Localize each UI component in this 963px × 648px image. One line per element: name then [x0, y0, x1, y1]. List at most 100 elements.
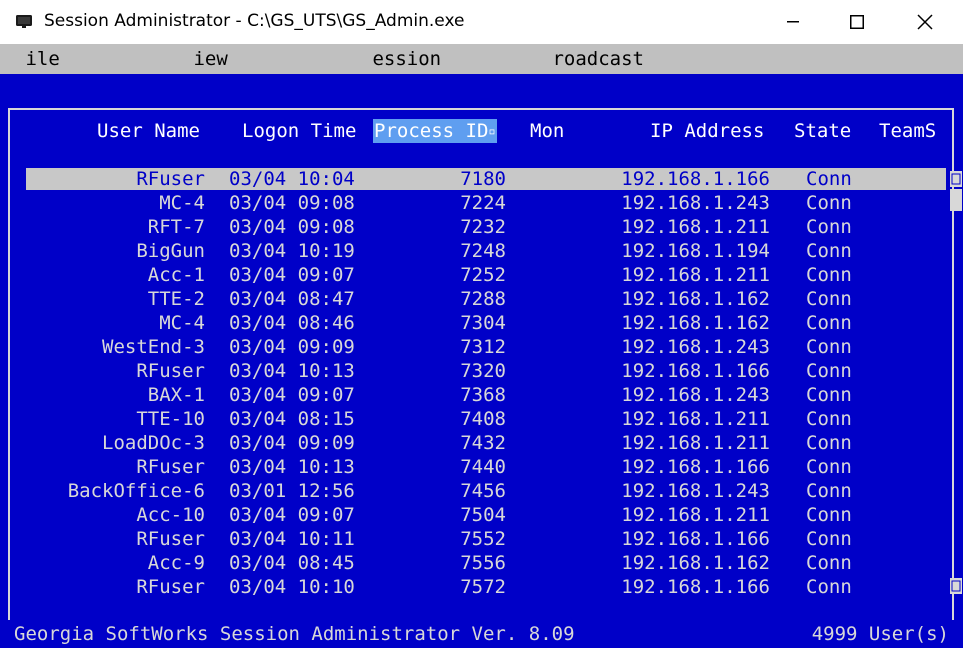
window-title: Session Administrator - C:\GS_UTS\GS_Adm…	[44, 11, 465, 31]
table-row[interactable]: RFuser 03/04 10:11 7552 192.168.1.166 Conn	[0, 527, 963, 551]
row-ip-address: 192.168.1.243	[621, 480, 770, 502]
row-logon-time: 03/04 08:47	[229, 288, 355, 310]
column-header-user-name[interactable]: User Name	[97, 119, 200, 143]
row-user-name: RFuser	[136, 168, 205, 190]
table-row[interactable]: BAX-1 03/04 09:07 7368 192.168.1.243 Conn	[0, 383, 963, 407]
row-state: Conn	[806, 288, 852, 310]
row-process-id: 7572	[460, 576, 506, 598]
minimize-button[interactable]	[759, 0, 827, 44]
row-user-name: TTE-2	[147, 288, 205, 310]
row-process-id: 7232	[460, 216, 506, 238]
row-logon-time: 03/04 10:04	[229, 168, 355, 190]
row-ip-address: 192.168.1.166	[621, 168, 770, 190]
table-row[interactable]: RFuser 03/04 10:13 7320 192.168.1.166 Conn	[0, 359, 963, 383]
row-ip-address: 192.168.1.166	[621, 360, 770, 382]
table-row[interactable]: RFT-7 03/04 09:08 7232 192.168.1.211 Conn	[0, 215, 963, 239]
row-user-name: TTE-10	[136, 408, 205, 430]
row-ip-address: 192.168.1.211	[621, 408, 770, 430]
close-button[interactable]	[891, 0, 959, 44]
row-logon-time: 03/04 09:09	[229, 432, 355, 454]
menu-broadcast[interactable]: Broadcast	[541, 44, 644, 74]
row-process-id: 7440	[460, 456, 506, 478]
row-state: Conn	[806, 528, 852, 550]
menu-bar: File View Session Broadcast	[0, 44, 963, 74]
column-header-mon[interactable]: Mon	[530, 119, 564, 143]
table-row[interactable]: TTE-2 03/04 08:47 7288 192.168.1.162 Conn	[0, 287, 963, 311]
row-logon-time: 03/04 09:07	[229, 264, 355, 286]
row-process-id: 7224	[460, 192, 506, 214]
column-header-team[interactable]: TeamS	[879, 119, 936, 143]
row-state: Conn	[806, 192, 852, 214]
row-user-name: MC-4	[159, 192, 205, 214]
title-bar: Session Administrator - C:\GS_UTS\GS_Adm…	[0, 0, 963, 44]
column-header-logon-time[interactable]: Logon Time	[242, 119, 356, 143]
table-row[interactable]: BigGun 03/04 10:19 7248 192.168.1.194 Conn	[0, 239, 963, 263]
menu-session[interactable]: Session	[361, 44, 441, 74]
row-logon-time: 03/04 09:08	[229, 192, 355, 214]
close-icon	[917, 14, 933, 30]
row-user-name: Acc-9	[147, 552, 205, 574]
row-user-name: RFuser	[136, 456, 205, 478]
menu-file[interactable]: File	[14, 44, 60, 74]
row-state: Conn	[806, 360, 852, 382]
table-row[interactable]: RFuser 03/04 10:04 7180 192.168.1.166 Conn	[0, 167, 963, 191]
row-state: Conn	[806, 456, 852, 478]
column-header-ip-address[interactable]: IP Address	[650, 119, 764, 143]
row-process-id: 7556	[460, 552, 506, 574]
console-app-icon[interactable]	[16, 14, 32, 28]
product-version-text: Georgia SoftWorks Session Administrator …	[14, 623, 575, 645]
row-logon-time: 03/04 10:13	[229, 456, 355, 478]
row-logon-time: 03/04 09:07	[229, 504, 355, 526]
row-process-id: 7432	[460, 432, 506, 454]
row-ip-address: 192.168.1.194	[621, 240, 770, 262]
row-state: Conn	[806, 384, 852, 406]
row-process-id: 7180	[460, 168, 506, 190]
row-logon-time: 03/04 09:07	[229, 384, 355, 406]
vertical-scrollbar[interactable]	[950, 167, 963, 599]
table-row[interactable]: Acc-1 03/04 09:07 7252 192.168.1.211 Conn	[0, 263, 963, 287]
column-header-state[interactable]: State	[794, 119, 851, 143]
row-user-name: RFuser	[136, 360, 205, 382]
row-user-name: MC-4	[159, 312, 205, 334]
column-header-process-id[interactable]: Process ID▫	[373, 119, 497, 143]
table-row[interactable]: MC-4 03/04 08:46 7304 192.168.1.162 Conn	[0, 311, 963, 335]
maximize-button[interactable]	[823, 0, 891, 44]
scroll-thumb[interactable]	[950, 189, 962, 211]
scroll-up-icon	[951, 173, 961, 185]
row-process-id: 7248	[460, 240, 506, 262]
row-user-name: RFT-7	[147, 216, 205, 238]
row-logon-time: 03/04 10:10	[229, 576, 355, 598]
table-row[interactable]: RFuser 03/04 10:10 7572 192.168.1.166 Conn	[0, 575, 963, 599]
scroll-down-icon	[951, 580, 961, 592]
row-state: Conn	[806, 480, 852, 502]
row-logon-time: 03/04 08:46	[229, 312, 355, 334]
table-row[interactable]: LoadDOc-3 03/04 09:09 7432 192.168.1.211 Con…	[0, 431, 963, 455]
row-logon-time: 03/04 08:15	[229, 408, 355, 430]
row-ip-address: 192.168.1.162	[621, 312, 770, 334]
menu-view[interactable]: View	[182, 44, 228, 74]
user-count-text: 4999 User(s)	[811, 623, 949, 645]
row-logon-time: 03/01 12:56	[229, 480, 355, 502]
row-user-name: Acc-1	[147, 264, 205, 286]
row-user-name: BigGun	[136, 240, 205, 262]
row-logon-time: 03/04 09:08	[229, 216, 355, 238]
table-row[interactable]: RFuser 03/04 10:13 7440 192.168.1.166 Conn	[0, 455, 963, 479]
scroll-up-button[interactable]	[950, 171, 962, 187]
row-process-id: 7456	[460, 480, 506, 502]
table-row[interactable]: WestEnd-3 03/04 09:09 7312 192.168.1.243 Con…	[0, 335, 963, 359]
row-process-id: 7312	[460, 336, 506, 358]
row-ip-address: 192.168.1.166	[621, 576, 770, 598]
scroll-down-button[interactable]	[950, 578, 962, 594]
row-user-name: BAX-1	[147, 384, 205, 406]
table-row[interactable]: Acc-9 03/04 08:45 7556 192.168.1.162 Conn	[0, 551, 963, 575]
row-process-id: 7252	[460, 264, 506, 286]
row-user-name: Acc-10	[136, 504, 205, 526]
table-row[interactable]: BackOffice-6 03/01 12:56 7456 192.168.1.243…	[0, 479, 963, 503]
row-ip-address: 192.168.1.243	[621, 192, 770, 214]
row-state: Conn	[806, 336, 852, 358]
table-row[interactable]: MC-4 03/04 09:08 7224 192.168.1.243 Conn	[0, 191, 963, 215]
row-state: Conn	[806, 504, 852, 526]
row-user-name: RFuser	[136, 576, 205, 598]
table-row[interactable]: Acc-10 03/04 09:07 7504 192.168.1.211 Conn	[0, 503, 963, 527]
table-row[interactable]: TTE-10 03/04 08:15 7408 192.168.1.211 Conn	[0, 407, 963, 431]
